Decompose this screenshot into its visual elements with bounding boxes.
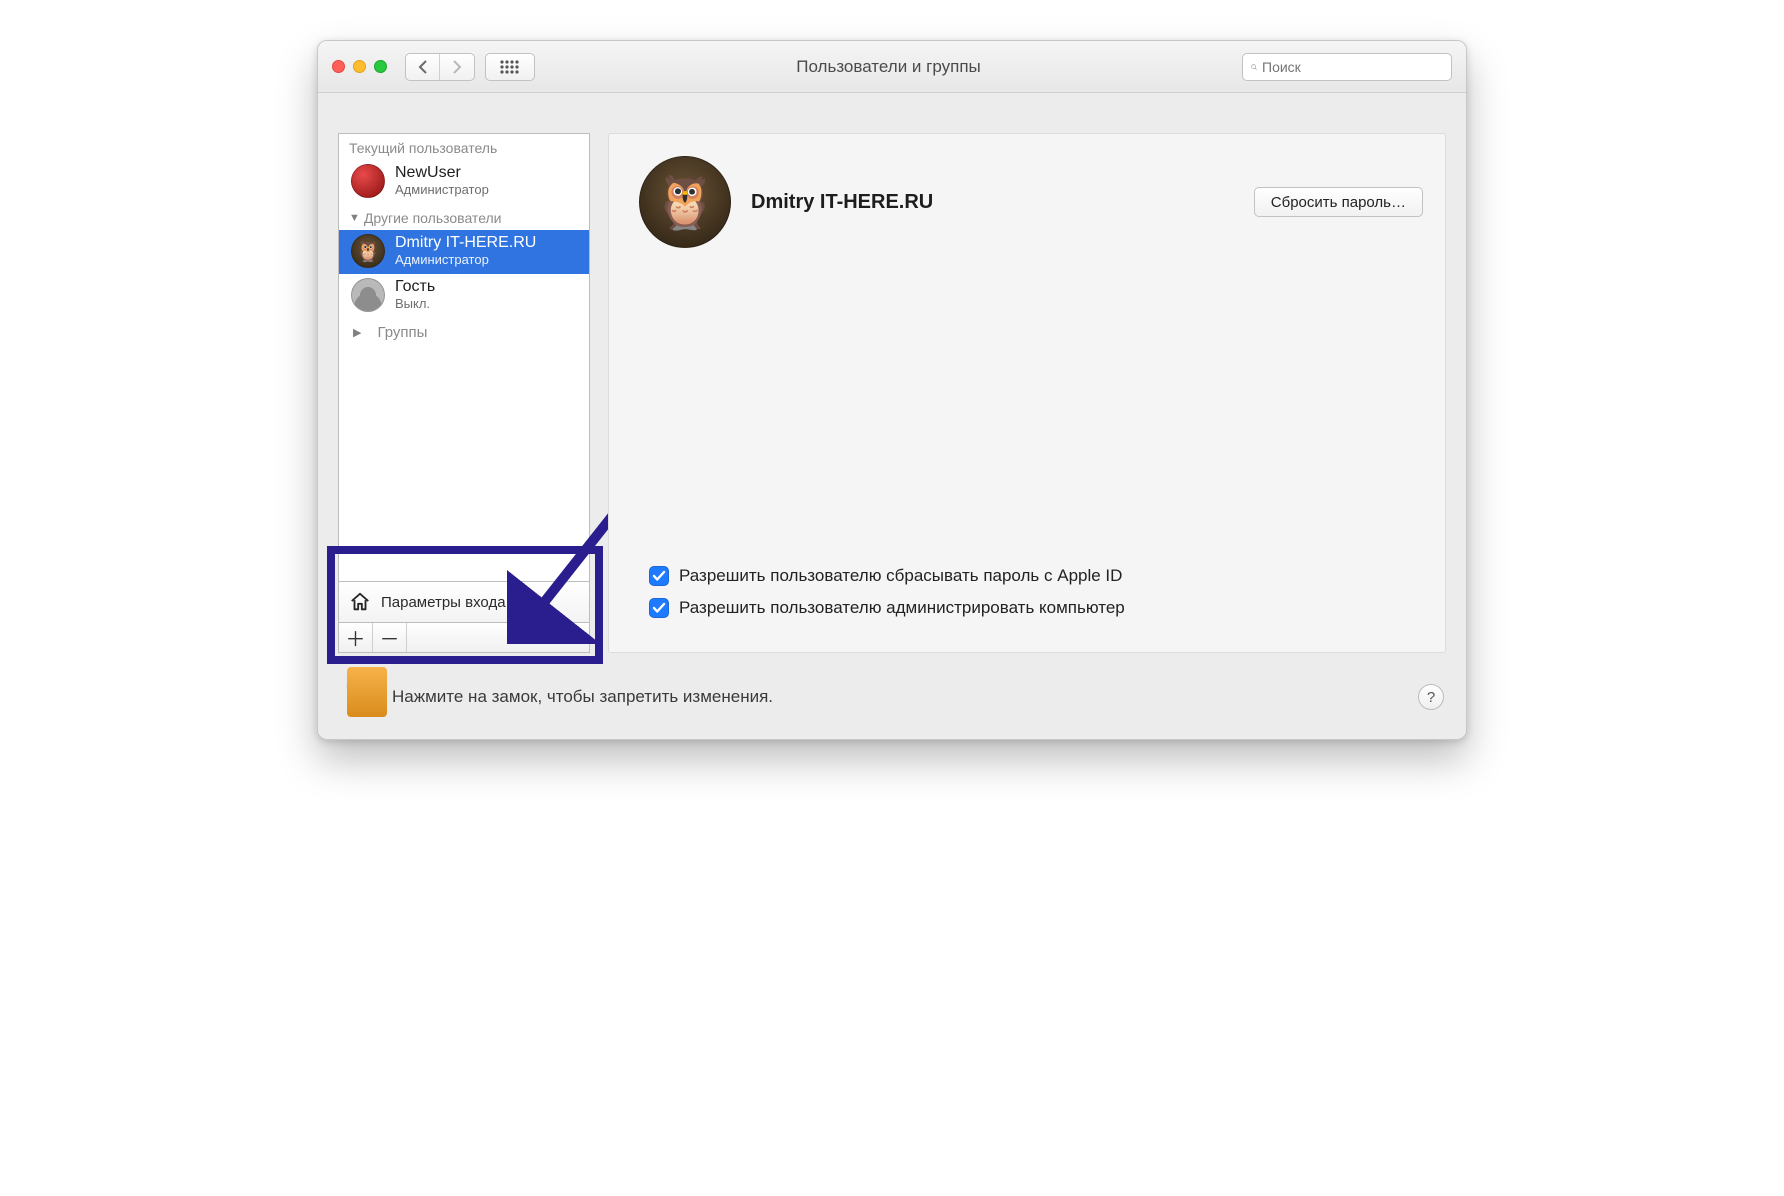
- user-name-label: Гость: [395, 278, 435, 296]
- other-users-section[interactable]: ▼ Другие пользователи: [339, 204, 589, 230]
- zoom-window-button[interactable]: [374, 60, 387, 73]
- groups-section[interactable]: ▶ Группы: [339, 318, 589, 347]
- user-role-label: Администратор: [395, 253, 536, 268]
- lock-button[interactable]: [344, 677, 378, 717]
- login-options-button[interactable]: Параметры входа: [338, 581, 590, 623]
- permission-checkboxes: Разрешить пользователю сбрасывать пароль…: [649, 566, 1125, 618]
- other-users-section-label: Другие пользователи: [364, 210, 502, 226]
- user-avatar[interactable]: [639, 156, 731, 248]
- back-button[interactable]: [406, 54, 440, 80]
- avatar-icon: [351, 164, 385, 198]
- forward-button[interactable]: [440, 54, 474, 80]
- search-input[interactable]: [1262, 59, 1443, 75]
- login-options-label: Параметры входа: [381, 594, 506, 611]
- checkbox-checked-icon: [649, 566, 669, 586]
- minimize-window-button[interactable]: [353, 60, 366, 73]
- search-icon: [1251, 60, 1257, 74]
- show-all-button[interactable]: [485, 53, 535, 81]
- checkbox-label: Разрешить пользователю сбрасывать пароль…: [679, 566, 1122, 586]
- users-sidebar: Текущий пользователь NewUser Администрат…: [338, 133, 590, 653]
- add-remove-bar: ＋ －: [338, 623, 590, 653]
- user-name-label: NewUser: [395, 164, 489, 182]
- grid-icon: [486, 54, 534, 80]
- window-title: Пользователи и группы: [535, 57, 1242, 77]
- avatar-icon: [351, 278, 385, 312]
- checkbox-checked-icon: [649, 598, 669, 618]
- sidebar-user-guest[interactable]: Гость Выкл.: [339, 274, 589, 318]
- titlebar: Пользователи и группы: [318, 41, 1466, 93]
- sidebar-bottom-controls: Параметры входа ＋ －: [338, 581, 590, 653]
- allow-administer-checkbox[interactable]: Разрешить пользователю администрировать …: [649, 598, 1125, 618]
- groups-section-label: Группы: [377, 324, 427, 341]
- help-button[interactable]: ?: [1418, 684, 1444, 710]
- disclosure-triangle-right-icon: ▶: [353, 326, 361, 339]
- add-user-button[interactable]: ＋: [339, 623, 373, 652]
- user-header: Dmitry IT-HERE.RU Сбросить пароль…: [639, 156, 1423, 248]
- sidebar-user-current[interactable]: NewUser Администратор: [339, 160, 589, 204]
- search-field[interactable]: [1242, 53, 1452, 81]
- lock-body-icon: [347, 667, 387, 717]
- minus-icon: －: [380, 623, 400, 652]
- sidebar-user-dmitry[interactable]: Dmitry IT-HERE.RU Администратор: [339, 230, 589, 274]
- avatar-icon: [351, 234, 385, 268]
- disclosure-triangle-down-icon: ▼: [349, 212, 360, 224]
- lock-footer: Нажмите на замок, чтобы запретить измене…: [318, 663, 1466, 739]
- remove-user-button[interactable]: －: [373, 623, 407, 652]
- plus-icon: ＋: [346, 623, 366, 652]
- checkbox-label: Разрешить пользователю администрировать …: [679, 598, 1125, 618]
- current-user-section-label: Текущий пользователь: [339, 134, 589, 160]
- lock-hint-label: Нажмите на замок, чтобы запретить измене…: [392, 687, 773, 707]
- selected-user-name: Dmitry IT-HERE.RU: [751, 191, 933, 214]
- user-role-label: Выкл.: [395, 297, 435, 312]
- allow-reset-appleid-checkbox[interactable]: Разрешить пользователю сбрасывать пароль…: [649, 566, 1125, 586]
- user-detail-panel: Dmitry IT-HERE.RU Сбросить пароль… Разре…: [608, 133, 1446, 653]
- reset-password-button[interactable]: Сбросить пароль…: [1254, 187, 1423, 217]
- content-area: Текущий пользователь NewUser Администрат…: [318, 93, 1466, 663]
- home-icon: [349, 591, 371, 613]
- close-window-button[interactable]: [332, 60, 345, 73]
- user-role-label: Администратор: [395, 183, 489, 198]
- user-name-label: Dmitry IT-HERE.RU: [395, 234, 536, 252]
- nav-segmented: [405, 53, 475, 81]
- window-controls: [332, 60, 387, 73]
- preferences-window: Пользователи и группы Текущий пользовате…: [317, 40, 1467, 740]
